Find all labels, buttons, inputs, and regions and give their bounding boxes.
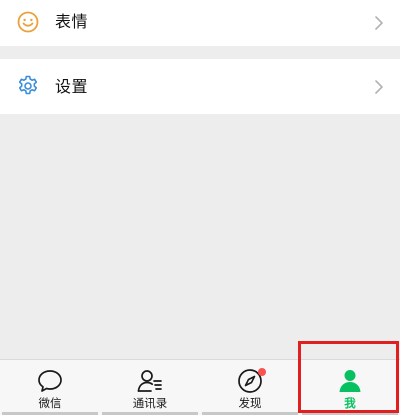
tab-chats[interactable]: 微信 (0, 360, 100, 415)
tab-me[interactable]: 我 (300, 360, 400, 415)
menu-item-emoji[interactable]: 表情 (0, 0, 400, 46)
bottom-tab-bar: 微信 通讯录 发现 我 (0, 359, 400, 415)
gear-icon (18, 75, 38, 95)
chevron-right-icon (375, 16, 383, 30)
smiley-icon (17, 11, 39, 33)
tab-discover[interactable]: 发现 (200, 360, 300, 415)
notification-dot (258, 368, 266, 376)
menu-item-settings[interactable]: 设置 (0, 59, 400, 114)
tab-contacts[interactable]: 通讯录 (100, 360, 200, 415)
tab-me-label: 我 (344, 396, 356, 410)
chevron-right-icon (375, 80, 383, 94)
person-icon (339, 370, 361, 392)
chat-bubble-icon (38, 370, 62, 392)
contacts-icon (137, 370, 162, 392)
menu-item-settings-label: 设置 (55, 77, 89, 96)
menu-item-emoji-label: 表情 (55, 12, 89, 31)
tab-discover-label: 发现 (238, 396, 262, 410)
tab-contacts-label: 通讯录 (132, 396, 168, 410)
tab-chats-label: 微信 (38, 396, 62, 410)
